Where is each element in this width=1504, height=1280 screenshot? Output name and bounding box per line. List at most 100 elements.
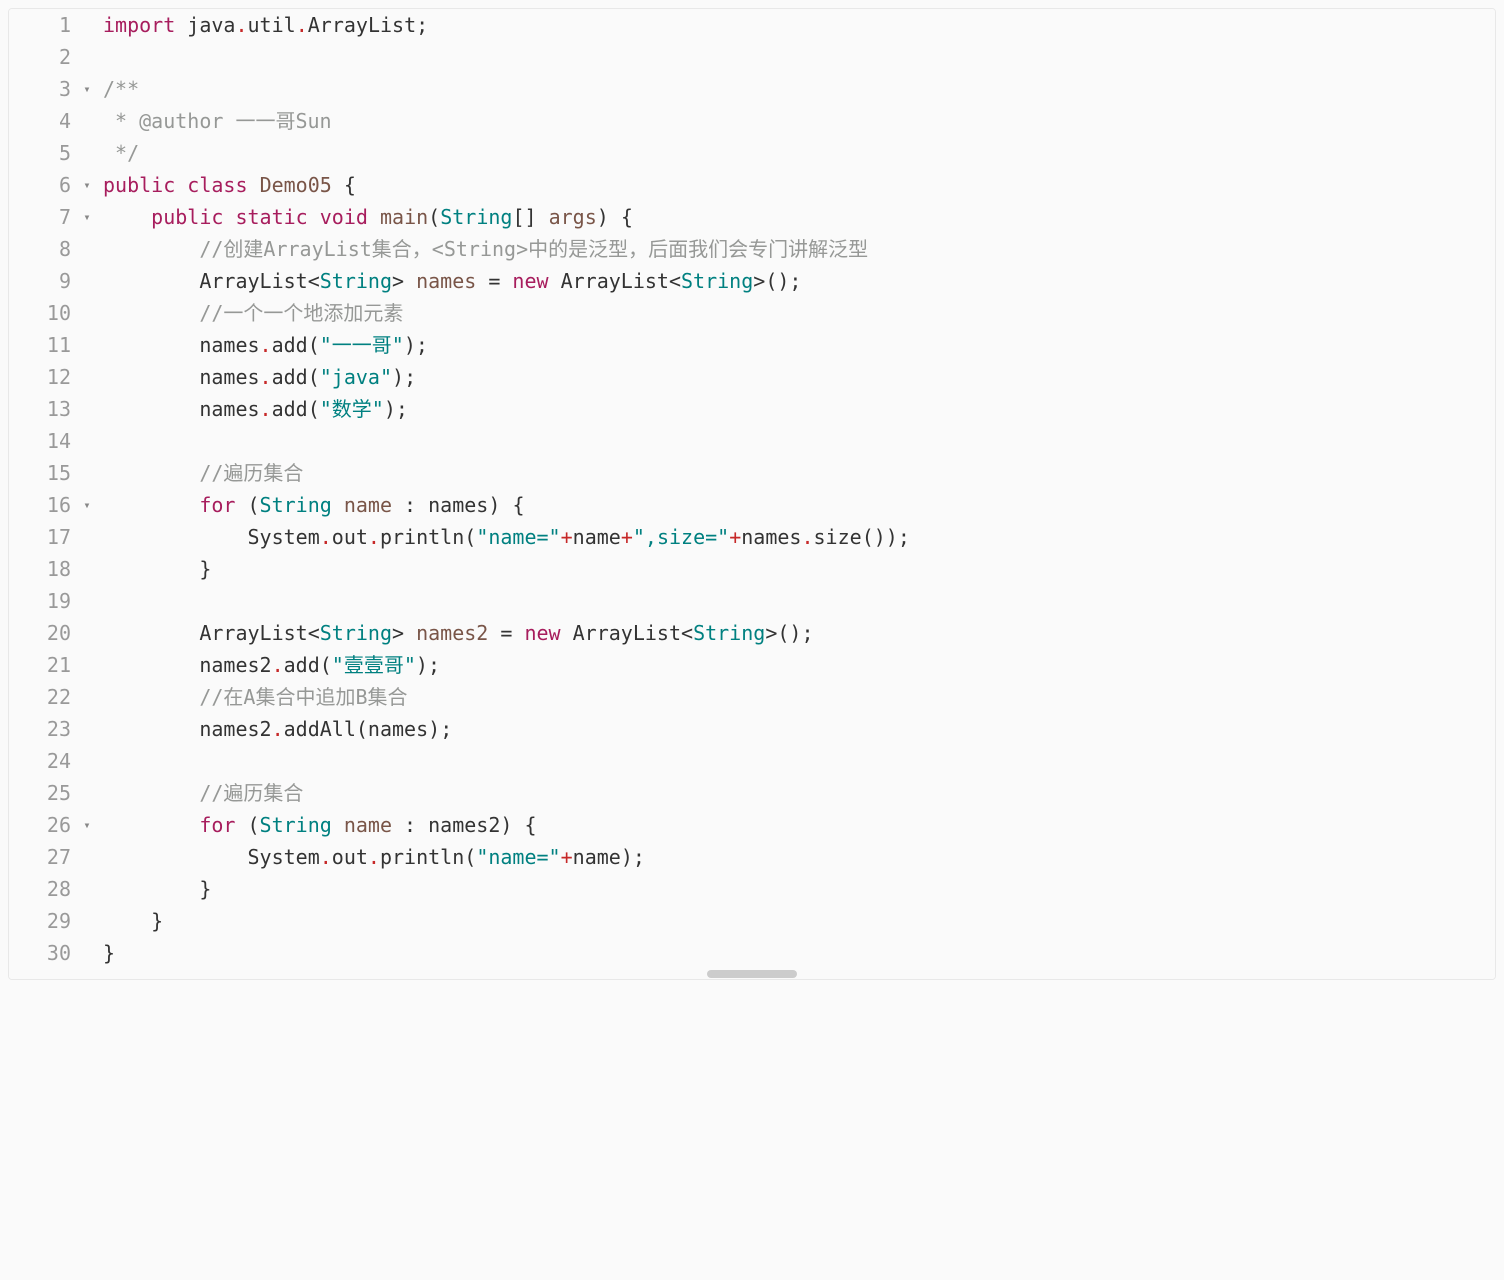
code-line[interactable]: import java.util.ArrayList; (103, 9, 1495, 41)
fold-marker[interactable] (79, 41, 95, 73)
code-line[interactable]: //创建ArrayList集合，<String>中的是泛型，后面我们会专门讲解泛… (103, 233, 1495, 265)
fold-marker[interactable] (79, 105, 95, 137)
line-number[interactable]: 2 (9, 41, 71, 73)
code-line[interactable]: */ (103, 137, 1495, 169)
fold-marker[interactable] (79, 329, 95, 361)
code-line[interactable]: } (103, 553, 1495, 585)
fold-marker[interactable] (79, 393, 95, 425)
fold-marker[interactable] (79, 841, 95, 873)
fold-marker[interactable] (79, 649, 95, 681)
fold-marker[interactable] (79, 233, 95, 265)
line-number[interactable]: 15 (9, 457, 71, 489)
code-op: : (392, 493, 428, 517)
code-line[interactable]: ArrayList<String> names = new ArrayList<… (103, 265, 1495, 297)
line-number[interactable]: 12 (9, 361, 71, 393)
fold-marker[interactable] (79, 361, 95, 393)
line-number[interactable]: 25 (9, 777, 71, 809)
line-number[interactable]: 24 (9, 745, 71, 777)
line-number[interactable]: 16 (9, 489, 71, 521)
fold-marker[interactable] (79, 521, 95, 553)
code-line[interactable]: public class Demo05 { (103, 169, 1495, 201)
code-line[interactable]: /** (103, 73, 1495, 105)
fold-marker[interactable] (79, 553, 95, 585)
line-number[interactable]: 11 (9, 329, 71, 361)
line-number[interactable]: 20 (9, 617, 71, 649)
line-number[interactable]: 10 (9, 297, 71, 329)
line-number[interactable]: 14 (9, 425, 71, 457)
fold-marker[interactable] (79, 905, 95, 937)
fold-marker[interactable] (79, 585, 95, 617)
code-line[interactable]: System.out.println("name="+name); (103, 841, 1495, 873)
code-line[interactable]: names.add("数学"); (103, 393, 1495, 425)
fold-marker[interactable] (79, 713, 95, 745)
fold-marker[interactable]: ▾ (79, 73, 95, 105)
line-number[interactable]: 30 (9, 937, 71, 969)
fold-marker[interactable] (79, 297, 95, 329)
code-line[interactable]: names2.add("壹壹哥"); (103, 649, 1495, 681)
line-number[interactable]: 3 (9, 73, 71, 105)
fold-marker[interactable] (79, 9, 95, 41)
fold-marker[interactable] (79, 681, 95, 713)
var-name: names (368, 717, 428, 741)
code-line[interactable] (103, 585, 1495, 617)
line-number[interactable]: 22 (9, 681, 71, 713)
code-line[interactable] (103, 745, 1495, 777)
line-number[interactable]: 23 (9, 713, 71, 745)
code-line[interactable]: for (String name : names2) { (103, 809, 1495, 841)
code-line[interactable]: public static void main(String[] args) { (103, 201, 1495, 233)
code-line[interactable]: names.add("一一哥"); (103, 329, 1495, 361)
line-number[interactable]: 27 (9, 841, 71, 873)
fold-marker[interactable] (79, 265, 95, 297)
fold-marker[interactable] (79, 425, 95, 457)
line-number[interactable]: 29 (9, 905, 71, 937)
code-content[interactable]: import java.util.ArrayList; /** * @autho… (99, 9, 1495, 969)
fold-marker[interactable] (79, 617, 95, 649)
line-number[interactable]: 19 (9, 585, 71, 617)
code-line[interactable]: //一个一个地添加元素 (103, 297, 1495, 329)
line-number[interactable]: 5 (9, 137, 71, 169)
scrollbar-thumb[interactable] (707, 970, 797, 978)
code-line[interactable]: names.add("java"); (103, 361, 1495, 393)
method-name: main (380, 205, 428, 229)
line-number[interactable]: 17 (9, 521, 71, 553)
line-number[interactable]: 1 (9, 9, 71, 41)
code-line[interactable]: //在A集合中追加B集合 (103, 681, 1495, 713)
code-line[interactable]: ArrayList<String> names2 = new ArrayList… (103, 617, 1495, 649)
fold-marker[interactable]: ▾ (79, 201, 95, 233)
line-number[interactable]: 21 (9, 649, 71, 681)
fold-marker[interactable]: ▾ (79, 489, 95, 521)
line-number[interactable]: 9 (9, 265, 71, 297)
line-number[interactable]: 18 (9, 553, 71, 585)
code-line[interactable]: //遍历集合 (103, 457, 1495, 489)
line-number[interactable]: 8 (9, 233, 71, 265)
fold-marker[interactable] (79, 745, 95, 777)
code-line[interactable]: System.out.println("name="+name+",size="… (103, 521, 1495, 553)
line-number[interactable]: 13 (9, 393, 71, 425)
fold-marker[interactable] (79, 137, 95, 169)
line-number[interactable]: 7 (9, 201, 71, 233)
line-number[interactable]: 26 (9, 809, 71, 841)
code-line[interactable]: //遍历集合 (103, 777, 1495, 809)
fold-marker[interactable] (79, 873, 95, 905)
code-line[interactable] (103, 41, 1495, 73)
fold-marker[interactable]: ▾ (79, 809, 95, 841)
line-number[interactable]: 4 (9, 105, 71, 137)
code-punct: ; (898, 525, 910, 549)
fold-marker[interactable] (79, 937, 95, 969)
keyword-static: static (235, 205, 307, 229)
code-line[interactable]: * @author 一一哥Sun (103, 105, 1495, 137)
code-line[interactable] (103, 425, 1495, 457)
fold-marker[interactable]: ▾ (79, 169, 95, 201)
code-line[interactable]: } (103, 937, 1495, 969)
fold-marker[interactable] (79, 777, 95, 809)
code-punct: ; (404, 365, 416, 389)
fold-marker[interactable] (79, 457, 95, 489)
code-editor[interactable]: 1 2 3 4 5 6 7 8 9 10 11 12 13 14 15 16 1… (9, 9, 1495, 969)
code-line[interactable]: for (String name : names) { (103, 489, 1495, 521)
horizontal-scrollbar[interactable] (9, 969, 1495, 979)
line-number[interactable]: 28 (9, 873, 71, 905)
code-line[interactable]: } (103, 873, 1495, 905)
code-line[interactable]: names2.addAll(names); (103, 713, 1495, 745)
line-number[interactable]: 6 (9, 169, 71, 201)
code-line[interactable]: } (103, 905, 1495, 937)
